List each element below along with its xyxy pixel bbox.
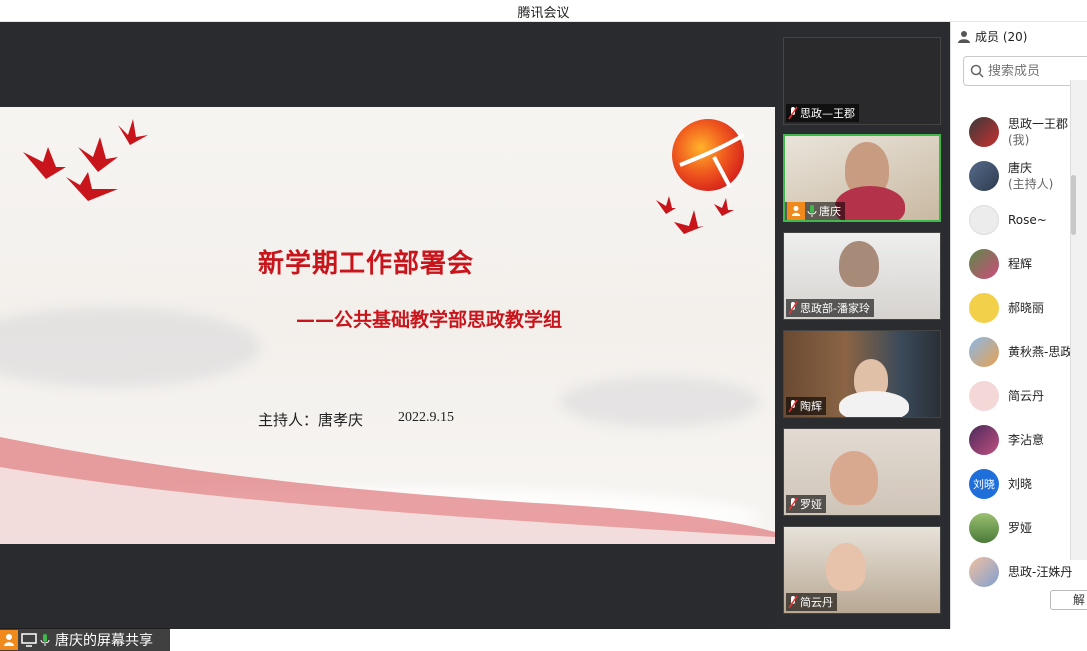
participant-name-tag: 罗娅 — [786, 495, 826, 513]
host-badge-icon — [787, 202, 805, 220]
member-name: 郝晓丽 — [1008, 301, 1045, 315]
participant-name: 思政—王郡 — [800, 107, 855, 120]
member-item[interactable]: 李沾意 — [969, 420, 1079, 460]
participant-name-tag: 简云丹 — [786, 593, 837, 611]
microphone-icon — [807, 205, 817, 217]
video-gallery: 思政—王郡 唐庆 思政部-潘家玲 陶辉 罗娅 简云丹 — [775, 22, 950, 629]
screen-share-icon — [21, 632, 37, 647]
member-item[interactable]: 唐庆 (主持人) — [969, 156, 1079, 196]
member-item[interactable]: 思政-汪姝丹 — [969, 552, 1079, 592]
member-name: 思政-汪姝丹 — [1008, 565, 1073, 579]
mist-decoration — [0, 307, 260, 387]
host-badge-icon — [0, 629, 18, 650]
red-ribbon-decoration — [0, 437, 775, 544]
share-label: 唐庆的屏幕共享 — [55, 632, 153, 649]
avatar — [969, 293, 999, 323]
member-item[interactable]: 思政一王郡 (我) — [969, 112, 1079, 152]
participant-name-tag: 陶辉 — [786, 397, 826, 415]
slide-subtitle: ——公共基础教学部思政教学组 — [296, 309, 563, 331]
muted-microphone-icon — [788, 595, 798, 609]
muted-microphone-icon — [788, 106, 798, 120]
member-search[interactable] — [963, 56, 1087, 86]
window-title: 腾讯会议 — [517, 6, 570, 21]
member-item[interactable]: Rose~ — [969, 200, 1079, 240]
member-item[interactable]: 程辉 — [969, 244, 1079, 284]
doves-decoration — [656, 196, 734, 234]
member-item[interactable]: 刘晓 刘晓 — [969, 464, 1079, 504]
avatar — [969, 425, 999, 455]
member-name: 刘晓 — [1008, 477, 1033, 491]
avatar — [969, 161, 999, 191]
avatar: 刘晓 — [969, 469, 999, 499]
unmute-all-button[interactable]: 解 — [1050, 590, 1087, 610]
member-item[interactable]: 郝晓丽 — [969, 288, 1079, 328]
video-tile[interactable]: 思政部-潘家玲 — [783, 232, 941, 320]
video-tile[interactable]: 陶辉 — [783, 330, 941, 418]
video-tile[interactable]: 唐庆 — [783, 134, 941, 222]
members-header: 成员 (20) — [957, 28, 1027, 45]
avatar — [969, 557, 999, 587]
member-name: 简云丹 — [1008, 389, 1045, 403]
search-icon — [970, 64, 984, 78]
avatar — [969, 513, 999, 543]
member-item[interactable]: 黄秋燕-思政 — [969, 332, 1079, 372]
member-role: (我) — [1008, 133, 1030, 147]
member-name: 唐庆 — [1008, 161, 1033, 175]
participant-name: 陶辉 — [800, 400, 822, 413]
slide-host: 主持人：唐孝庆 — [258, 411, 364, 429]
avatar — [969, 381, 999, 411]
muted-microphone-icon — [788, 399, 798, 413]
participant-name-tag: 思政部-潘家玲 — [786, 299, 874, 317]
member-list-scrollbar[interactable] — [1071, 175, 1076, 235]
muted-microphone-icon — [788, 301, 798, 315]
members-count: 成员 (20) — [975, 30, 1028, 44]
floating-panel-strip — [1070, 80, 1087, 560]
participant-video — [830, 451, 878, 505]
shared-screen-area: 新学期工作部署会 ——公共基础教学部思政教学组 主持人：唐孝庆 2022.9.1… — [0, 22, 775, 651]
slide-title: 新学期工作部署会 — [258, 249, 475, 279]
avatar — [969, 249, 999, 279]
slide-date: 2022.9.15 — [398, 410, 454, 425]
members-icon — [958, 30, 970, 43]
video-tile[interactable]: 罗娅 — [783, 428, 941, 516]
participant-name: 思政部-潘家玲 — [800, 302, 870, 315]
video-tile[interactable]: 简云丹 — [783, 526, 941, 614]
microphone-icon — [40, 633, 50, 646]
member-name: Rose~ — [1008, 213, 1047, 227]
participant-name-tag: 唐庆 — [785, 202, 845, 220]
member-item[interactable]: 罗娅 — [969, 508, 1079, 548]
participant-video — [839, 391, 909, 417]
member-name: 思政一王郡 — [1008, 117, 1069, 131]
avatar — [969, 117, 999, 147]
member-name: 黄秋燕-思政 — [1008, 345, 1073, 359]
screen-share-indicator[interactable]: 唐庆的屏幕共享 — [0, 628, 170, 651]
video-tile[interactable]: 思政—王郡 — [783, 37, 941, 125]
member-name: 程辉 — [1008, 257, 1033, 271]
participant-name: 唐庆 — [819, 205, 841, 218]
title-bar: 腾讯会议 — [0, 0, 1087, 22]
avatar — [969, 205, 999, 235]
muted-microphone-icon — [788, 497, 798, 511]
party-logo-icon — [672, 119, 746, 191]
participant-name: 简云丹 — [800, 596, 833, 609]
participant-video — [835, 186, 905, 220]
search-input[interactable] — [988, 63, 1078, 79]
participant-video — [826, 543, 866, 591]
presentation-slide: 新学期工作部署会 ——公共基础教学部思政教学组 主持人：唐孝庆 2022.9.1… — [0, 107, 775, 544]
member-item[interactable]: 简云丹 — [969, 376, 1079, 416]
member-name: 罗娅 — [1008, 521, 1033, 535]
participant-name: 罗娅 — [800, 498, 822, 511]
participant-name-tag: 思政—王郡 — [786, 104, 859, 122]
participant-video — [839, 241, 879, 287]
member-role: (主持人) — [1008, 177, 1054, 191]
doves-decoration — [23, 119, 148, 201]
members-panel: 成员 (20) 思政一王郡 (我) 唐庆 (主持人) Rose~ 程辉 郝晓丽 黄秋… — [950, 22, 1087, 629]
avatar — [969, 337, 999, 367]
member-name: 李沾意 — [1008, 433, 1045, 447]
